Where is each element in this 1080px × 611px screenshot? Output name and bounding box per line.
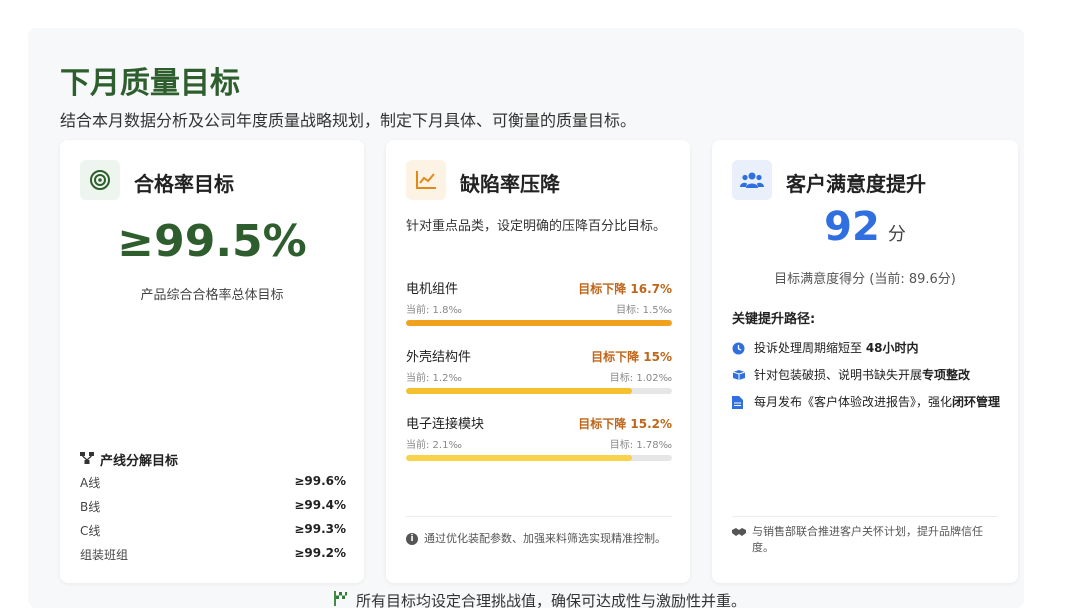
divider [406,516,672,517]
item-target: 目标下降 16.7% [578,282,672,296]
target-icon [80,160,120,200]
page-subtitle: 结合本月数据分析及公司年度质量战略规划，制定下月具体、可衡量的质量目标。 [60,111,637,130]
line-name: B线 [80,500,101,514]
flag-icon [334,591,348,610]
line-row: 组装班组 ≥99.2% [80,546,346,566]
item-target: 目标下降 15% [591,350,672,364]
line-name: A线 [80,476,101,490]
satisfaction-card: 客户满意度提升 92 分 目标满意度得分 (当前: 89.6分) 关键提升路径: … [712,140,1018,583]
item-goal: 目标: 1.5‰ [616,305,672,316]
progress-fill [406,320,672,326]
breakdown-title: 产线分解目标 [100,454,179,469]
defect-item: 外壳结构件 目标下降 15% 当前: 1.2‰ 目标: 1.02‰ [406,346,672,394]
info-icon: i [406,533,418,545]
defect-item: 电机组件 目标下降 16.7% 当前: 1.8‰ 目标: 1.5‰ [406,278,672,326]
users-icon [732,160,772,200]
card-title: 缺陷率压降 [460,172,560,196]
item-goal: 目标: 1.78‰ [609,440,672,451]
line-target: ≥99.3% [294,522,346,536]
defect-item: 电子连接模块 目标下降 15.2% 当前: 2.1‰ 目标: 1.78‰ [406,413,672,461]
progress-fill [406,455,633,461]
item-current: 当前: 2.1‰ [406,440,462,451]
page-title: 下月质量目标 [60,66,240,101]
boxes-icon [732,369,746,386]
progress-bar [406,388,672,394]
footnote-text: 与销售部联合推进客户关怀计划，提升品牌信任度。 [752,525,983,554]
progress-fill [406,388,633,394]
overall-pass-rate: ≥99.5% [117,216,307,267]
item-goal: 目标: 1.02‰ [609,373,672,384]
score-description: 目标满意度得分 (当前: 89.6分) [774,272,956,287]
line-name: 组装班组 [80,548,129,562]
card-title: 客户满意度提升 [786,172,926,196]
item-target: 目标下降 15.2% [578,417,672,431]
card-title: 合格率目标 [134,172,234,196]
overall-pass-rate-desc: 产品综合合格率总体目标 [140,288,284,303]
path-text: 针对包装破损、说明书缺失开展专项整改 [754,368,971,382]
satisfaction-score: 92 分 [712,204,1018,250]
item-current: 当前: 1.8‰ [406,305,462,316]
card-description: 针对重点品类，设定明确的压降百分比目标。 [406,219,667,234]
path-heading: 关键提升路径: [732,312,816,327]
path-item: 每月发布《客户体验改进报告》，强化闭环管理 [732,394,1002,414]
card-footnote: 与销售部联合推进客户关怀计划，提升品牌信任度。 [732,524,1002,556]
line-row: B线 ≥99.4% [80,498,346,518]
path-item: 投诉处理周期缩短至 48小时内 [732,340,1002,360]
breakdown-heading: 产线分解目标 [80,450,178,469]
path-item: 针对包装破损、说明书缺失开展专项整改 [732,367,1002,386]
footnote-text: 通过优化装配参数、加强来料筛选实现精准控制。 [424,532,666,545]
item-name: 外壳结构件 [406,350,472,365]
document-icon [732,396,746,414]
item-name: 电子连接模块 [406,417,485,432]
score-unit: 分 [887,224,906,245]
handshake-icon [732,526,746,556]
line-name: C线 [80,524,101,538]
line-row: A线 ≥99.6% [80,474,346,494]
card-footnote: i 通过优化装配参数、加强来料筛选实现精准控制。 [406,531,676,547]
line-row: C线 ≥99.3% [80,522,346,542]
item-name: 电机组件 [406,282,459,297]
item-current: 当前: 1.2‰ [406,373,462,384]
path-text: 每月发布《客户体验改进报告》，强化闭环管理 [754,395,1001,409]
clock-icon [732,342,746,360]
chart-line-icon [406,160,446,200]
hierarchy-icon [80,451,94,468]
line-target: ≥99.2% [294,546,346,560]
line-target: ≥99.6% [294,474,346,488]
line-target: ≥99.4% [294,498,346,512]
pass-rate-card: 合格率目标 ≥99.5% 产品综合合格率总体目标 产线分解目标 A线 ≥99.6… [60,140,364,583]
defect-rate-card: 缺陷率压降 针对重点品类，设定明确的压降百分比目标。 电机组件 目标下降 16.… [386,140,690,583]
score-value: 92 [824,204,880,250]
progress-bar [406,455,672,461]
path-text: 投诉处理周期缩短至 48小时内 [754,341,919,355]
progress-bar [406,320,672,326]
divider [732,516,998,517]
